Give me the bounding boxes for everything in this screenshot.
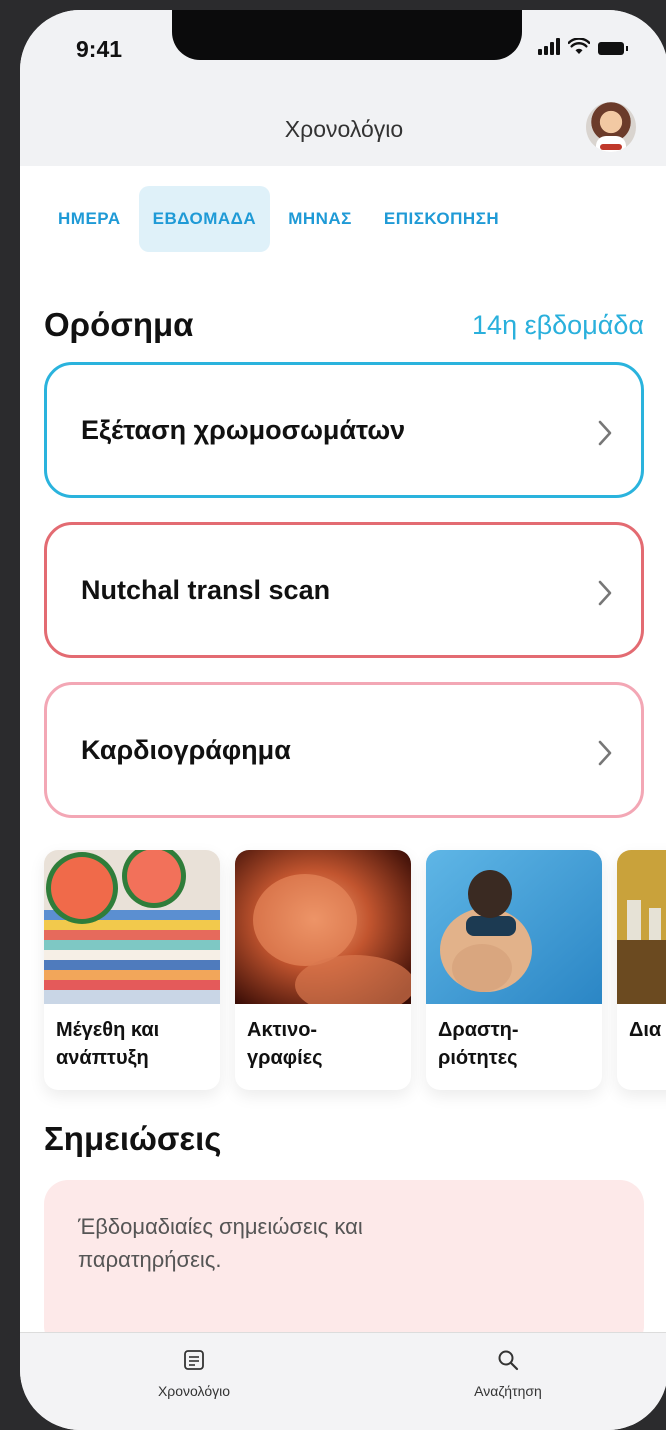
tab-week[interactable]: ΕΒΔΟΜΑΔΑ <box>138 186 271 252</box>
milestone-item[interactable]: Nutchal transl scan <box>44 522 644 658</box>
status-icons <box>538 37 628 55</box>
chevron-right-icon <box>598 740 612 766</box>
battery-icon <box>598 42 628 55</box>
bottom-tab-bar: Χρονολόγιο Αναζήτηση <box>20 1332 666 1430</box>
phone-screen: 9:41 Χρονολόγιο ΗΜΕΡΑ ΕΒΔΟΜΑΔΑ ΜΗΝΑΣ ΕΠΙ… <box>20 10 666 1430</box>
tabbar-item-timeline[interactable]: Χρονολόγιο <box>94 1333 294 1399</box>
tabbar-label: Αναζήτηση <box>474 1383 542 1399</box>
chevron-right-icon <box>598 420 612 446</box>
topic-card[interactable]: Μέγεθη και ανάπτυξη <box>44 850 220 1090</box>
status-time: 9:41 <box>76 36 123 62</box>
milestones-title: Ορόσημα <box>44 306 194 343</box>
topic-card[interactable]: Δραστη- ριότητες <box>426 850 602 1090</box>
segmented-tabs: ΗΜΕΡΑ ΕΒΔΟΜΑΔΑ ΜΗΝΑΣ ΕΠΙΣΚΟΠΗΣΗ <box>44 186 517 252</box>
topic-card[interactable]: Δια <box>617 850 666 1090</box>
tab-month[interactable]: ΜΗΝΑΣ <box>274 186 366 252</box>
notes-title: Σημειώσεις <box>44 1120 222 1157</box>
milestone-label: Nutchal transl scan <box>81 575 331 605</box>
milestone-item[interactable]: Καρδιογράφημα <box>44 682 644 818</box>
tab-overview[interactable]: ΕΠΙΣΚΟΠΗΣΗ <box>370 186 513 252</box>
top-bar: 9:41 Χρονολόγιο <box>20 10 666 166</box>
wifi-icon <box>568 38 590 54</box>
timeline-icon <box>184 1350 204 1370</box>
topic-cards-carousel[interactable]: Μέγεθη και ανάπτυξη Ακτινο- γραφίες Δρασ… <box>44 850 666 1090</box>
search-icon <box>498 1350 519 1371</box>
topic-card-label: Ακτινο- γραφίες <box>247 1019 323 1069</box>
tabbar-label: Χρονολόγιο <box>157 1383 231 1399</box>
notes-placeholder: Έβδομαδιαίες σημειώσεις και παρατηρήσεις… <box>78 1214 363 1272</box>
milestone-item[interactable]: Εξέταση χρωμοσωμάτων <box>44 362 644 498</box>
kitchen-photo <box>617 850 666 1004</box>
topic-card-label: Μέγεθη και ανάπτυξη <box>56 1019 160 1069</box>
chevron-right-icon <box>598 580 612 606</box>
tabbar-item-search[interactable]: Αναζήτηση <box>408 1333 608 1399</box>
device-notch <box>172 10 522 60</box>
swimming-pool-photo <box>426 850 602 1004</box>
avatar[interactable] <box>586 102 636 152</box>
topic-card-label: Δραστη- ριότητες <box>438 1019 519 1069</box>
ultrasound-photo <box>235 850 411 1004</box>
notes-input[interactable]: Έβδομαδιαίες σημειώσεις και παρατηρήσεις… <box>44 1180 644 1350</box>
watermelon-photo <box>44 850 220 1004</box>
week-label[interactable]: 14η εβδομάδα <box>472 310 644 341</box>
topic-card-label: Δια <box>629 1019 662 1041</box>
milestone-label: Εξέταση χρωμοσωμάτων <box>81 415 406 445</box>
cellular-signal-icon <box>538 37 560 55</box>
topic-card[interactable]: Ακτινο- γραφίες <box>235 850 411 1090</box>
page-title: Χρονολόγιο <box>284 116 404 142</box>
milestone-label: Καρδιογράφημα <box>81 735 291 765</box>
tab-day[interactable]: ΗΜΕΡΑ <box>44 186 135 252</box>
